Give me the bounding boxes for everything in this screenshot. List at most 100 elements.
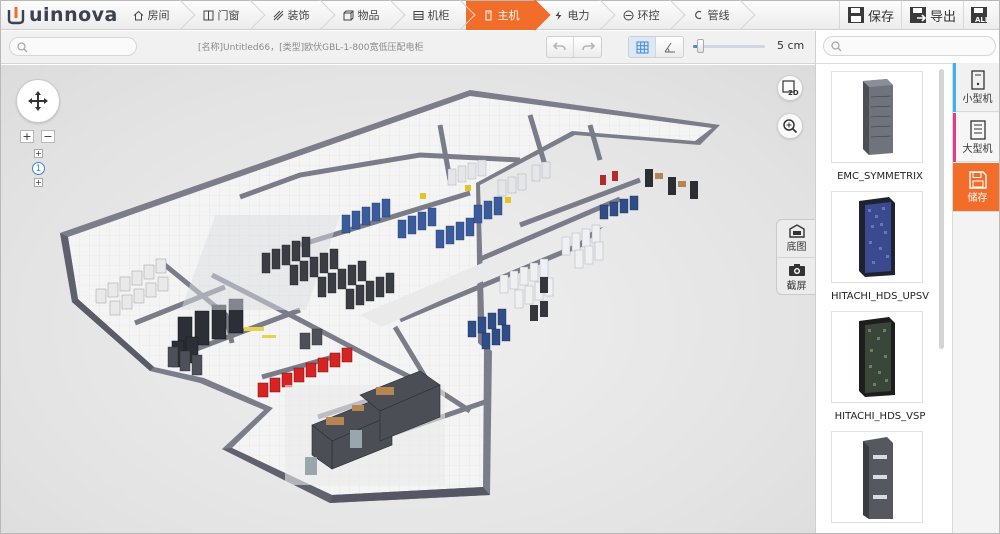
tab-host[interactable]: 主机 bbox=[466, 0, 536, 30]
tab-label: 管线 bbox=[707, 9, 730, 22]
mode-tabs: 房间 门窗 装饰 物品 机柜 主机 电力 环控 管线 bbox=[116, 0, 746, 30]
logo: uinnova bbox=[6, 3, 118, 27]
save-icon bbox=[847, 6, 865, 24]
floor-level-indicator[interactable]: 1 bbox=[32, 162, 45, 175]
2d-view-icon: 2D bbox=[782, 80, 799, 97]
tab-label: 主机 bbox=[497, 9, 520, 22]
category-storage[interactable]: 储存 bbox=[953, 163, 1000, 212]
zoom-in-button[interactable]: + bbox=[20, 130, 34, 143]
server-icon bbox=[483, 9, 495, 21]
screenshot-label: 截屏 bbox=[786, 280, 807, 292]
level-down-button[interactable]: + bbox=[34, 178, 43, 187]
export-label: 导出 bbox=[929, 9, 956, 25]
move-arrows-icon bbox=[28, 91, 48, 111]
export-icon bbox=[909, 6, 927, 24]
tab-decoration[interactable]: 装饰 bbox=[256, 0, 326, 30]
floorplan-icon bbox=[788, 224, 805, 238]
tab-cabinet[interactable]: 机柜 bbox=[396, 0, 466, 30]
angle-toggle-button[interactable] bbox=[656, 37, 683, 57]
component-library-panel: EMC_SYMMETRIX HITACHI_HDS_UPSV HITACHI_H… bbox=[815, 31, 1000, 534]
tab-label: 环控 bbox=[637, 9, 660, 22]
component-card[interactable]: HITACHI_HDS_VSP bbox=[823, 311, 937, 422]
category-column: 小型机 大型机 储存 bbox=[952, 63, 1000, 534]
camera-icon bbox=[788, 263, 805, 276]
category-small-server[interactable]: 小型机 bbox=[953, 63, 1000, 112]
minus-icon: − bbox=[43, 130, 53, 143]
component-card[interactable]: HITACHI_HDS_UPSV bbox=[823, 191, 937, 302]
tab-label: 门窗 bbox=[217, 9, 240, 22]
base-map-button[interactable]: 底图 bbox=[777, 220, 815, 258]
house-icon bbox=[133, 9, 145, 21]
category-label: 小型机 bbox=[962, 93, 993, 105]
zoom-slider[interactable] bbox=[693, 39, 765, 53]
tab-environment[interactable]: 环控 bbox=[606, 0, 676, 30]
redo-button[interactable] bbox=[574, 37, 601, 57]
tab-label: 机柜 bbox=[427, 9, 450, 22]
level-up-button[interactable]: + bbox=[34, 149, 43, 158]
floppy-disk-icon bbox=[968, 170, 987, 189]
toggle-2d-button[interactable]: 2D bbox=[777, 75, 803, 101]
undo-button[interactable] bbox=[547, 37, 575, 57]
tab-label: 房间 bbox=[147, 9, 170, 22]
hatch-icon bbox=[273, 9, 285, 21]
tab-pipeline[interactable]: 管线 bbox=[676, 0, 746, 30]
magnifier-icon bbox=[783, 119, 798, 134]
mainframe-icon bbox=[969, 119, 986, 140]
logo-mark-icon bbox=[6, 5, 26, 25]
all-label: ALL bbox=[975, 16, 990, 24]
history-controls bbox=[546, 36, 602, 58]
category-label: 大型机 bbox=[962, 143, 993, 155]
window-icon bbox=[203, 9, 215, 21]
component-card[interactable] bbox=[823, 431, 937, 531]
logo-text: uinnova bbox=[29, 4, 118, 26]
category-accent bbox=[953, 63, 956, 112]
tab-label: 电力 bbox=[567, 9, 590, 22]
all-icon: ALL bbox=[970, 6, 992, 24]
3d-viewport[interactable]: + − + 1 + 2D 底图 截屏 bbox=[0, 65, 815, 534]
redo-icon bbox=[581, 42, 595, 51]
export-button[interactable]: 导出 bbox=[900, 0, 963, 30]
component-search-input[interactable] bbox=[823, 36, 996, 56]
undo-icon bbox=[553, 42, 566, 51]
save-label: 保存 bbox=[867, 9, 894, 25]
zoom-to-fit-button[interactable] bbox=[777, 113, 803, 139]
export-all-button[interactable]: ALL bbox=[963, 0, 1000, 30]
pipe-icon bbox=[693, 9, 705, 21]
hds-vsp-server-icon bbox=[831, 311, 923, 403]
navigation-wheel[interactable] bbox=[16, 79, 60, 123]
tower-server-icon bbox=[970, 69, 985, 90]
plus-icon: + bbox=[22, 130, 32, 143]
top-navigation-bar: uinnova 房间 门窗 装饰 物品 机柜 主机 电力 环控 管线 保存 导出… bbox=[0, 0, 1000, 30]
category-mainframe[interactable]: 大型机 bbox=[953, 113, 1000, 162]
scene-search-input[interactable] bbox=[9, 37, 137, 56]
grid-toggle-button[interactable] bbox=[629, 37, 657, 57]
tab-objects[interactable]: 物品 bbox=[326, 0, 396, 30]
generator-room[interactable] bbox=[285, 370, 445, 485]
category-accent bbox=[953, 113, 956, 162]
view-mode-controls bbox=[628, 36, 684, 58]
component-label: EMC_SYMMETRIX bbox=[837, 171, 923, 182]
cube-icon bbox=[343, 9, 355, 21]
zoom-slider-handle[interactable] bbox=[697, 39, 705, 53]
tab-doors-windows[interactable]: 门窗 bbox=[186, 0, 256, 30]
editor-toolbar: [名称]Untitled66，[类型]欧伏GBL-1-800宽低压配电柜 5 c… bbox=[0, 31, 815, 64]
tab-label: 物品 bbox=[357, 9, 380, 22]
base-map-label: 底图 bbox=[786, 242, 807, 253]
grid-icon bbox=[636, 41, 648, 53]
tab-label: 装饰 bbox=[287, 9, 310, 22]
save-button[interactable]: 保存 bbox=[838, 0, 901, 30]
tab-room[interactable]: 房间 bbox=[116, 0, 186, 30]
search-icon bbox=[831, 41, 842, 52]
component-list-scrollbar[interactable] bbox=[939, 69, 944, 349]
component-label: HITACHI_HDS_VSP bbox=[834, 411, 926, 422]
zoom-out-button[interactable]: − bbox=[41, 130, 55, 143]
scale-readout: 5 cm bbox=[777, 39, 805, 52]
lightning-icon bbox=[553, 9, 565, 21]
plus-icon: + bbox=[35, 177, 42, 187]
data-center-3d-model[interactable] bbox=[0, 65, 815, 534]
screenshot-button[interactable]: 截屏 bbox=[777, 258, 815, 296]
search-icon bbox=[17, 42, 28, 53]
component-list[interactable]: EMC_SYMMETRIX HITACHI_HDS_UPSV HITACHI_H… bbox=[816, 65, 952, 534]
component-card[interactable]: EMC_SYMMETRIX bbox=[823, 71, 937, 182]
plus-icon: + bbox=[35, 148, 42, 158]
